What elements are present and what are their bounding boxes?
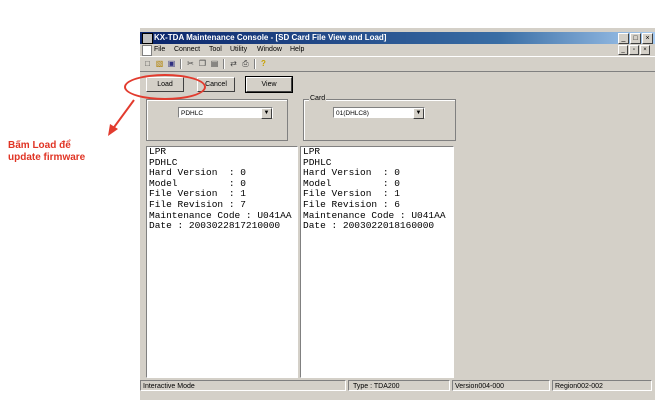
connect-icon[interactable]: ⇄: [229, 59, 238, 68]
slot-select[interactable]: PDHLC ▼: [178, 107, 273, 119]
toolbar: □ ▧ ▣ ✂ ❐ ▤ ⇄ ⎙ ?: [140, 56, 655, 72]
info-line: Date : 2003022018160000: [303, 220, 435, 232]
slot-group: [146, 99, 288, 141]
toolbar-separator: [180, 59, 182, 69]
menu-connect[interactable]: Connect: [174, 44, 200, 55]
info-line: LPR: [149, 146, 167, 157]
title-bar[interactable]: KX-TDA Maintenance Console - [SD Card Fi…: [140, 32, 655, 44]
maximize-button[interactable]: □: [630, 33, 641, 44]
view-button[interactable]: View: [245, 76, 293, 93]
mdi-close-button[interactable]: ×: [640, 45, 650, 55]
chevron-down-icon[interactable]: ▼: [261, 108, 272, 119]
menu-file[interactable]: File: [154, 44, 165, 55]
card-group: [303, 99, 456, 141]
cut-icon[interactable]: ✂: [186, 59, 195, 68]
status-bar: Interactive Mode Type : TDA200 Version00…: [140, 380, 655, 392]
new-icon[interactable]: □: [143, 59, 152, 68]
toolbar-separator: [223, 59, 225, 69]
status-region: Region002-002: [552, 380, 652, 391]
info-line: File Revision : 7: [149, 198, 246, 210]
minimize-button[interactable]: _: [618, 33, 629, 44]
menu-window[interactable]: Window: [257, 44, 282, 55]
annotation-line-2: update firmware: [8, 152, 86, 163]
annotation-arrow: [108, 99, 135, 136]
close-button[interactable]: ×: [642, 33, 653, 44]
card-file-info-panel: LPR PDHLC Hard Version : 0 Model : 0 Fil…: [300, 146, 454, 378]
menu-utility[interactable]: Utility: [230, 44, 247, 55]
status-mode: Interactive Mode: [140, 380, 346, 391]
status-version: Version004-000: [452, 380, 550, 391]
toolbar-separator: [254, 59, 256, 69]
status-type: Type : TDA200: [348, 380, 450, 391]
current-file-info-panel: LPR PDHLC Hard Version : 0 Model : 0 Fil…: [146, 146, 298, 378]
document-icon[interactable]: [142, 45, 152, 56]
window-title: KX-TDA Maintenance Console - [SD Card Fi…: [154, 33, 387, 42]
save-icon[interactable]: ▣: [167, 59, 176, 68]
card-select[interactable]: 01(DHLC8) ▼: [333, 107, 425, 119]
mdi-minimize-button[interactable]: _: [618, 45, 628, 55]
mdi-restore-button[interactable]: ▫: [629, 45, 639, 55]
info-line: LPR: [303, 146, 321, 157]
menu-tool[interactable]: Tool: [209, 44, 222, 55]
card-select-value: 01(DHLC8): [336, 110, 369, 117]
copy-icon[interactable]: ❐: [198, 59, 207, 68]
annotation-line-1: Bấm Load để: [8, 140, 71, 151]
card-group-label: Card: [309, 95, 327, 103]
menu-bar: File Connect Tool Utility Window Help _ …: [140, 44, 655, 56]
info-line: File Revision : 6: [303, 198, 400, 210]
info-line: Date : 2003022817210000: [149, 220, 281, 232]
annotation-text: Bấm Load để update firmware: [8, 140, 138, 164]
slot-select-value: PDHLC: [181, 110, 204, 117]
print-icon[interactable]: ⎙: [241, 59, 250, 68]
chevron-down-icon[interactable]: ▼: [413, 108, 424, 119]
help-icon[interactable]: ?: [259, 59, 268, 68]
menu-help[interactable]: Help: [290, 44, 304, 55]
paste-icon[interactable]: ▤: [210, 59, 219, 68]
open-icon[interactable]: ▧: [155, 59, 164, 68]
app-icon: [142, 33, 153, 44]
